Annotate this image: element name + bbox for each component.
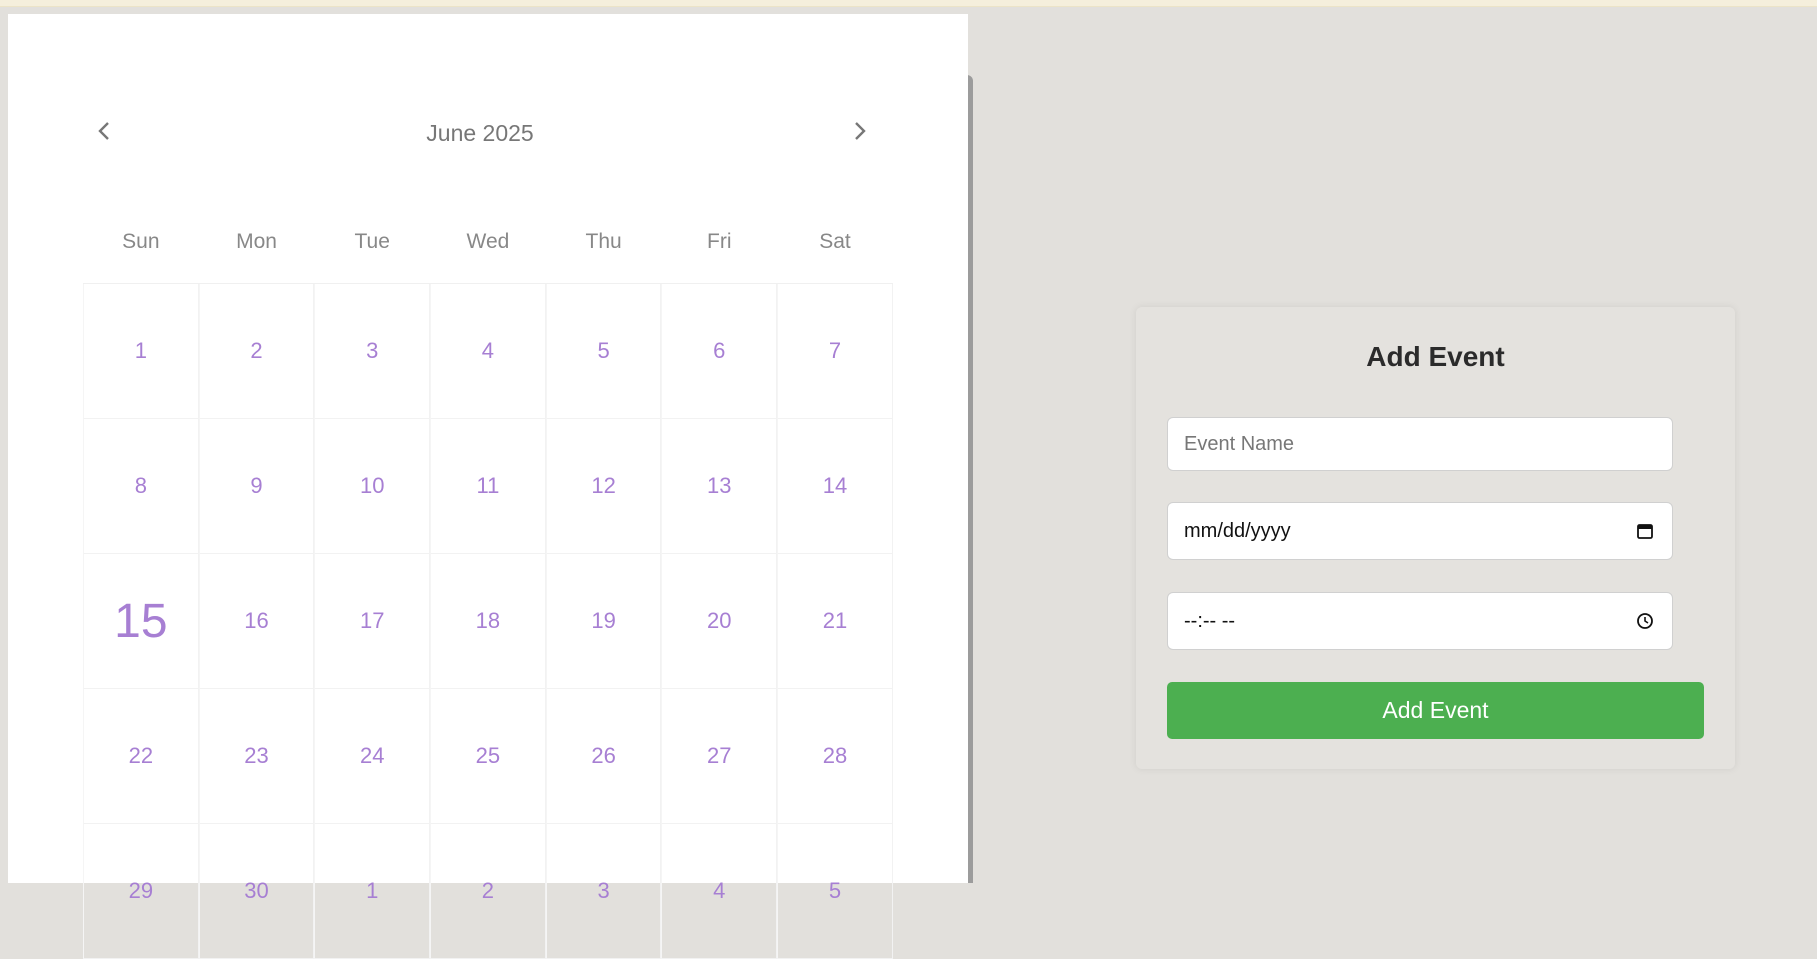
calendar-day[interactable]: 5 <box>777 824 893 959</box>
clock-icon[interactable] <box>1634 610 1656 632</box>
calendar-day[interactable]: 14 <box>777 419 893 554</box>
calendar-day[interactable]: 29 <box>83 824 199 959</box>
calendar-day[interactable]: 30 <box>198 824 315 959</box>
calendar-day[interactable]: 3 <box>545 824 662 959</box>
add-event-button[interactable]: Add Event <box>1167 682 1704 739</box>
calendar-day[interactable]: 6 <box>661 284 778 419</box>
calendar-days-grid: 1 2 3 4 5 6 7 8 9 10 11 12 13 14 15 16 17 18 19 20 21 22 23 24 2… <box>83 283 893 959</box>
weekday-label: Mon <box>236 230 277 253</box>
calendar-day[interactable]: 12 <box>545 419 662 554</box>
calendar-day[interactable]: 19 <box>545 554 662 689</box>
calendar-day[interactable]: 4 <box>430 284 546 419</box>
calendar-day[interactable]: 20 <box>661 554 778 689</box>
event-time-value: --:-- -- <box>1184 609 1236 632</box>
calendar-day[interactable]: 2 <box>198 284 315 419</box>
calendar-day[interactable]: 3 <box>314 284 431 419</box>
calendar-icon[interactable] <box>1634 520 1656 542</box>
calendar-day[interactable]: 27 <box>661 689 778 824</box>
weekday-header-row: Sun Mon Tue Wed Thu Fri Sat <box>83 230 893 270</box>
calendar-day[interactable]: 25 <box>430 689 546 824</box>
calendar-day[interactable]: 2 <box>430 824 546 959</box>
chevron-right-icon <box>855 122 866 140</box>
calendar-day[interactable]: 5 <box>545 284 662 419</box>
weekday-label: Wed <box>466 230 510 253</box>
calendar-day[interactable]: 1 <box>314 824 431 959</box>
calendar-day[interactable]: 17 <box>314 554 431 689</box>
weekday-label: Tue <box>354 230 390 253</box>
calendar-day[interactable]: 9 <box>198 419 315 554</box>
top-strip <box>0 0 1817 7</box>
calendar-day[interactable]: 21 <box>777 554 893 689</box>
weekday-label: Fri <box>707 230 732 253</box>
event-name-placeholder: Event Name <box>1184 432 1295 455</box>
calendar-day[interactable]: 16 <box>198 554 315 689</box>
calendar-day[interactable]: 28 <box>777 689 893 824</box>
calendar-day[interactable]: 23 <box>198 689 315 824</box>
calendar-day[interactable]: 10 <box>314 419 431 554</box>
calendar-day[interactable]: 11 <box>430 419 546 554</box>
event-date-input[interactable]: mm/dd/yyyy <box>1167 502 1673 560</box>
calendar-day[interactable]: 4 <box>661 824 778 959</box>
month-title: June 2025 <box>426 120 534 146</box>
calendar-day[interactable]: 18 <box>430 554 546 689</box>
calendar-day[interactable]: 13 <box>661 419 778 554</box>
calendar-day[interactable]: 22 <box>83 689 199 824</box>
weekday-label: Thu <box>585 230 622 253</box>
calendar-day[interactable]: 8 <box>83 419 199 554</box>
calendar-day[interactable]: 26 <box>545 689 662 824</box>
event-time-input[interactable]: --:-- -- <box>1167 592 1673 650</box>
calendar-day[interactable]: 1 <box>83 284 199 419</box>
weekday-label: Sat <box>819 230 851 253</box>
calendar-day[interactable]: 7 <box>777 284 893 419</box>
event-date-value: mm/dd/yyyy <box>1184 519 1291 542</box>
next-month-button[interactable] <box>845 116 875 146</box>
calendar-day[interactable]: 24 <box>314 689 431 824</box>
panel-title: Add Event <box>1366 341 1505 372</box>
weekday-label: Sun <box>122 230 160 253</box>
add-event-panel: Add Event Event Name mm/dd/yyyy --:-- --… <box>1136 307 1735 769</box>
calendar-header: June 2025 <box>75 108 885 158</box>
calendar-day[interactable]: 15 <box>83 554 199 689</box>
event-name-input[interactable]: Event Name <box>1167 417 1673 471</box>
